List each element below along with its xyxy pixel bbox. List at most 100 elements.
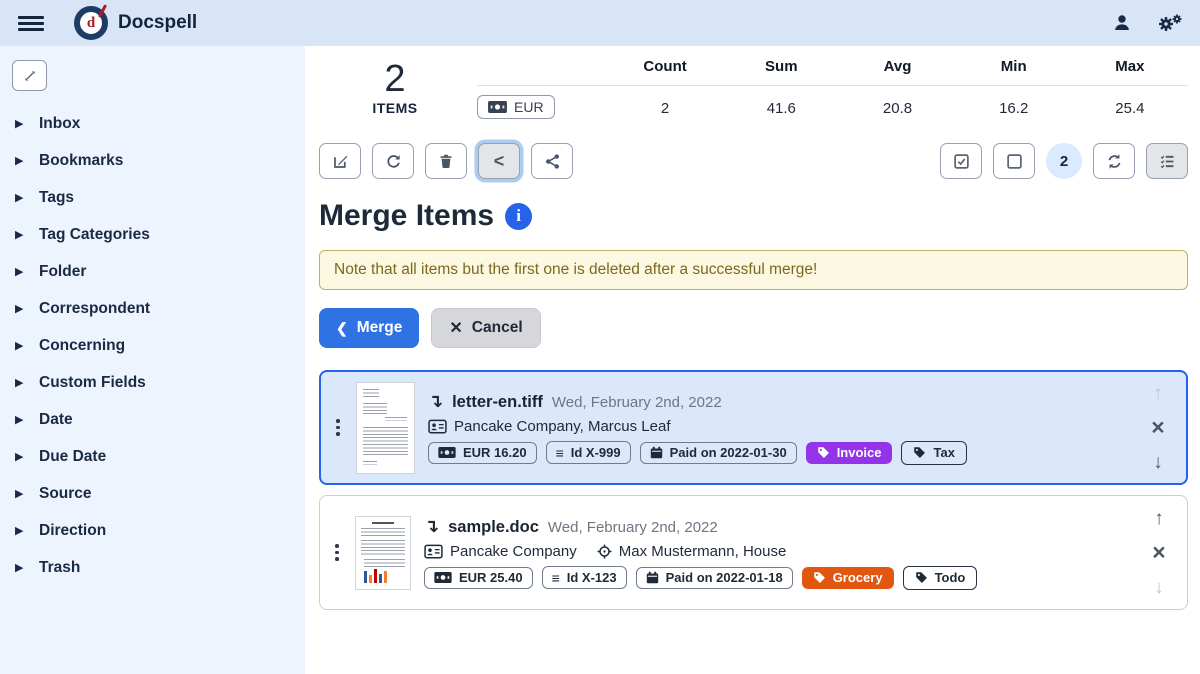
item-correspondent: Pancake Company [450,543,577,560]
settings-gears-icon[interactable] [1158,13,1182,33]
id-badge: ≡ Id X-123 [542,566,627,589]
sidebar-item-direction[interactable]: ▶Direction [0,512,305,549]
sidebar-item-tag-categories[interactable]: ▶Tag Categories [0,216,305,253]
tag-icon [817,446,830,459]
item-correspondent: Pancake Company, Marcus Leaf [454,418,671,435]
item-concerning: Max Mustermann, House [619,543,787,560]
remove-item-button[interactable]: × [1152,541,1165,564]
arrow-turn-down-icon[interactable]: ↴ [428,391,443,412]
money-bill-icon [438,447,456,458]
sidebar-item-bookmarks[interactable]: ▶Bookmarks [0,142,305,179]
move-down-button[interactable]: ↓ [1153,453,1163,472]
amount-badge: EUR 25.40 [424,567,533,589]
move-up-button: ↑ [1153,384,1163,403]
list-lines-icon: ≡ [552,570,560,586]
tag-badge-invoice[interactable]: Invoice [806,442,893,464]
money-bill-icon [488,101,507,113]
angle-left-icon: ❮ [336,320,348,337]
trash-icon [438,153,454,170]
cancel-button[interactable]: ✕Cancel [431,308,540,348]
stats-col-count: Count [607,58,723,85]
chevron-right-icon: ▶ [15,413,24,426]
document-thumbnail [355,516,411,590]
edit-button[interactable] [319,143,361,179]
sidebar-item-correspondent[interactable]: ▶Correspondent [0,290,305,327]
chevron-right-icon: ▶ [15,117,24,130]
expand-arrows-icon [23,69,37,83]
selected-count-badge: 2 [1046,143,1082,179]
chevron-right-icon: ▶ [15,376,24,389]
main-content: 2 ITEMS Count Sum Avg Min Max EUR [305,46,1200,674]
sidebar-item-due-date[interactable]: ▶Due Date [0,438,305,475]
stats-col-min: Min [956,58,1072,85]
list-view-button[interactable] [1146,143,1188,179]
select-all-button[interactable] [940,143,982,179]
back-button[interactable]: < [478,143,520,179]
hamburger-menu-icon[interactable] [18,16,44,31]
tag-badge-tax[interactable]: Tax [901,441,966,465]
stats-table: Count Sum Avg Min Max EUR 2 41.6 20.8 [477,58,1188,119]
drag-handle-icon[interactable] [333,419,343,436]
sidebar-item-trash[interactable]: ▶Trash [0,549,305,586]
document-thumbnail [356,382,415,474]
list-lines-icon: ≡ [556,445,564,461]
expand-sidebar-button[interactable] [12,60,47,91]
sidebar-item-custom-fields[interactable]: ▶Custom Fields [0,364,305,401]
sidebar-item-concerning[interactable]: ▶Concerning [0,327,305,364]
page-title: Merge Items [319,199,494,233]
address-card-icon [428,419,447,434]
remove-item-button[interactable]: × [1151,416,1164,439]
currency-badge: EUR [477,95,555,119]
info-icon[interactable]: i [505,203,532,230]
paid-date-badge: Paid on 2022-01-18 [636,567,793,589]
top-navbar: d Docspell [0,0,1200,46]
deselect-all-button[interactable] [993,143,1035,179]
stats-val-sum: 41.6 [723,89,839,117]
chevron-right-icon: ▶ [15,524,24,537]
sidebar-item-date[interactable]: ▶Date [0,401,305,438]
drag-handle-icon[interactable] [332,544,342,561]
brand-title: Docspell [118,12,197,34]
user-icon[interactable] [1112,13,1132,33]
tag-badge-todo[interactable]: Todo [903,566,978,590]
merge-button[interactable]: ❮Merge [319,308,419,348]
sidebar-item-inbox[interactable]: ▶Inbox [0,105,305,142]
merge-item-list: ↴ letter-en.tiff Wed, February 2nd, 2022… [319,370,1188,610]
share-button[interactable] [531,143,573,179]
reload-button[interactable] [1093,143,1135,179]
close-icon: ✕ [449,318,462,338]
sidebar-item-tags[interactable]: ▶Tags [0,179,305,216]
item-date: Wed, February 2nd, 2022 [552,394,722,411]
sidebar-item-source[interactable]: ▶Source [0,475,305,512]
delete-button[interactable] [425,143,467,179]
item-name[interactable]: letter-en.tiff [452,393,543,412]
sidebar-nav: ▶Inbox ▶Bookmarks ▶Tags ▶Tag Categories … [0,105,305,586]
move-up-button[interactable]: ↑ [1154,509,1164,528]
paid-date-badge: Paid on 2022-01-30 [640,442,797,464]
tag-badge-grocery[interactable]: Grocery [802,567,894,589]
merge-item-card-sample[interactable]: ↴ sample.doc Wed, February 2nd, 2022 Pan… [319,495,1188,610]
item-count-value: 2 [319,60,471,100]
refresh-button[interactable] [372,143,414,179]
id-badge: ≡ Id X-999 [546,441,631,464]
calendar-icon [646,571,659,584]
tag-icon [913,446,926,459]
chevron-right-icon: ▶ [15,191,24,204]
chevron-right-icon: ▶ [15,339,24,352]
chevron-right-icon: ▶ [15,561,24,574]
sidebar-item-folder[interactable]: ▶Folder [0,253,305,290]
page-title-row: Merge Items i [319,199,1188,233]
tag-icon [915,571,928,584]
move-down-button: ↓ [1154,578,1164,597]
stats-col-avg: Avg [839,58,955,85]
merge-item-card-letter-en[interactable]: ↴ letter-en.tiff Wed, February 2nd, 2022… [319,370,1188,485]
tag-icon [813,571,826,584]
stats-val-count: 2 [607,89,723,117]
share-icon [544,153,561,170]
chevron-right-icon: ▶ [15,228,24,241]
angle-left-icon: < [494,151,505,172]
docspell-logo-icon[interactable]: d [74,6,108,40]
item-count-label: ITEMS [319,100,471,116]
item-name[interactable]: sample.doc [448,518,539,537]
arrow-turn-down-icon[interactable]: ↴ [424,516,439,537]
